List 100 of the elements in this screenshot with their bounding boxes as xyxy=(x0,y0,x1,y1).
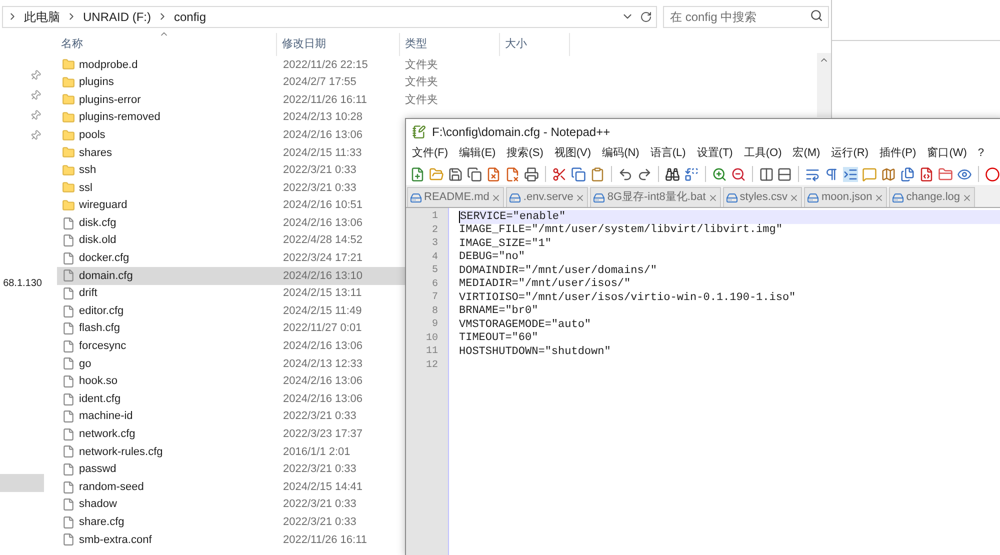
scrollbar[interactable] xyxy=(817,53,831,117)
menu-item[interactable]: 编码(N) xyxy=(602,145,640,162)
breadcrumb-item[interactable]: UNRAID (F:) xyxy=(83,8,151,26)
file-row[interactable]: plugins-error 2022/11/26 16:11 文件夹 xyxy=(57,91,817,109)
column-header[interactable]: 类型 xyxy=(400,33,500,56)
search-icon[interactable] xyxy=(810,8,823,22)
editor-tab[interactable]: change.log xyxy=(889,187,976,207)
file-row[interactable]: random-seed 2024/2/15 14:41 xyxy=(57,478,405,496)
file-row[interactable]: modprobe.d 2022/11/26 22:15 文件夹 xyxy=(57,56,817,74)
close-icon[interactable] xyxy=(575,192,586,202)
pilcrow-icon[interactable] xyxy=(824,166,840,182)
menu-item[interactable]: 搜索(S) xyxy=(506,145,544,162)
menu-item[interactable]: 工具(O) xyxy=(744,145,782,162)
file-row[interactable]: ident.cfg 2024/2/16 13:06 xyxy=(57,390,405,408)
close-icon[interactable] xyxy=(491,192,502,202)
file-name: plugins-error xyxy=(79,92,141,108)
file-name: machine-id xyxy=(79,409,133,424)
editor-tab[interactable]: styles.csv xyxy=(722,187,802,207)
column-header[interactable]: 名称 xyxy=(57,33,277,56)
menu-item[interactable]: 编辑(E) xyxy=(459,145,496,162)
file-row[interactable]: machine-id 2022/3/21 0:33 xyxy=(57,408,405,426)
copy-icon[interactable] xyxy=(570,166,586,182)
file-row[interactable]: plugins-removed 2024/2/13 10:28 xyxy=(57,108,405,126)
file-row[interactable]: editor.cfg 2024/2/15 11:49 xyxy=(57,302,405,320)
files-icon[interactable] xyxy=(900,166,916,182)
file-x-icon[interactable] xyxy=(504,166,520,182)
menu-item[interactable]: ? xyxy=(978,145,984,162)
menu-item[interactable]: 设置(T) xyxy=(696,145,733,162)
search-field[interactable]: 在 config 中搜索 xyxy=(663,6,829,28)
clipboard-icon[interactable] xyxy=(590,166,605,182)
close-icon[interactable] xyxy=(962,192,972,202)
column-header[interactable]: 修改日期 xyxy=(277,33,400,56)
folder-icon[interactable] xyxy=(938,166,954,182)
file-row[interactable]: network-rules.cfg 2016/1/1 2:01 xyxy=(57,443,405,461)
editor-tab[interactable]: .env.serve xyxy=(506,187,588,207)
close-icon[interactable] xyxy=(789,192,800,202)
file-row[interactable]: shadow 2022/3/21 0:33 xyxy=(57,496,405,514)
close-icon[interactable] xyxy=(708,192,718,202)
file-row[interactable]: disk.cfg 2024/2/16 13:06 xyxy=(57,214,405,232)
file-row[interactable]: smb-extra.conf 2022/11/26 16:11 xyxy=(57,531,405,549)
file-row[interactable]: wireguard 2024/2/16 10:51 xyxy=(57,196,405,214)
file-row[interactable]: network.cfg 2022/3/23 17:37 xyxy=(57,425,405,444)
zoom-in-icon[interactable] xyxy=(712,166,727,182)
file-row[interactable]: plugins 2024/2/7 17:55 文件夹 xyxy=(57,74,817,92)
file-row[interactable]: domain.cfg 2024/2/16 13:10 xyxy=(57,267,405,285)
menu-item[interactable]: 文件(F) xyxy=(412,145,448,162)
file-row[interactable]: shares 2024/2/15 11:33 xyxy=(57,144,405,162)
breadcrumb-item[interactable]: config xyxy=(174,8,206,26)
menu-item[interactable]: 宏(M) xyxy=(792,145,820,162)
wrap-text-icon[interactable] xyxy=(805,166,820,182)
menu-item[interactable]: 语言(L) xyxy=(650,145,686,162)
file-plus-icon[interactable] xyxy=(410,166,425,182)
column-header[interactable]: 大小 xyxy=(500,33,570,56)
code-text: TIMEOUT="60" xyxy=(459,331,538,346)
file-row[interactable]: forcesync 2024/2/16 13:06 xyxy=(57,338,405,356)
file-date: 2022/3/21 0:33 xyxy=(282,462,358,478)
file-name: wireguard xyxy=(79,198,128,214)
printer-icon[interactable] xyxy=(524,166,539,182)
editor-tab[interactable]: moon.json xyxy=(804,187,888,207)
file-row[interactable]: ssl 2022/3/21 0:33 xyxy=(57,179,405,197)
editor-tab[interactable]: README.md xyxy=(407,187,504,207)
file-row[interactable]: flash.cfg 2022/11/27 0:01 xyxy=(57,320,405,338)
redo-icon[interactable] xyxy=(636,166,652,182)
save-icon[interactable] xyxy=(448,166,463,182)
close-icon[interactable] xyxy=(874,192,884,202)
file-row[interactable]: hook.so 2024/2/16 13:06 xyxy=(57,372,405,390)
menu-item[interactable]: 运行(R) xyxy=(831,145,869,162)
file-row[interactable]: share.cfg 2022/3/21 0:33 xyxy=(57,513,405,532)
nav-item[interactable]: 68.1.130 xyxy=(3,276,44,291)
zoom-out-icon[interactable] xyxy=(730,166,746,182)
copy-icon[interactable] xyxy=(466,166,482,182)
menu-item[interactable]: 视图(V) xyxy=(554,145,592,162)
record-icon[interactable] xyxy=(985,166,1000,182)
file-row[interactable]: passwd 2022/3/21 0:33 xyxy=(57,460,405,478)
refresh-icon[interactable] xyxy=(640,10,652,22)
menu-item[interactable]: 窗口(W) xyxy=(927,145,967,162)
file-row[interactable]: docker.cfg 2022/3/24 17:21 xyxy=(57,250,405,268)
file-icon xyxy=(62,462,75,476)
file-code-icon[interactable] xyxy=(919,166,934,182)
indent-icon[interactable] xyxy=(843,166,858,182)
line-number: 1 xyxy=(432,210,438,224)
scissors-icon[interactable] xyxy=(552,166,567,182)
file-row[interactable]: go 2024/2/13 12:33 xyxy=(57,355,405,373)
file-x-icon[interactable] xyxy=(486,166,501,182)
file-row[interactable]: ssh 2022/3/21 0:33 xyxy=(57,162,405,180)
file-row[interactable]: drift 2024/2/15 13:11 xyxy=(57,284,405,302)
menu-item[interactable]: 插件(P) xyxy=(880,145,916,162)
columns-icon[interactable] xyxy=(758,166,774,182)
map-icon[interactable] xyxy=(881,166,896,182)
address-bar[interactable]: 此电脑 UNRAID (F:) config xyxy=(2,6,657,28)
file-row[interactable]: pools 2024/2/16 13:06 xyxy=(57,126,405,144)
rows-icon[interactable] xyxy=(777,166,792,182)
replace-icon[interactable] xyxy=(684,166,699,182)
breadcrumb-item[interactable]: 此电脑 xyxy=(24,8,60,26)
file-row[interactable]: disk.old 2022/4/28 14:52 xyxy=(57,232,405,250)
eye-icon[interactable] xyxy=(957,166,972,182)
binoculars-icon[interactable] xyxy=(664,166,680,182)
editor-tab[interactable]: 8G显存-int8量化.bat xyxy=(590,187,721,207)
undo-icon[interactable] xyxy=(618,166,633,182)
file-name: docker.cfg xyxy=(79,251,130,266)
